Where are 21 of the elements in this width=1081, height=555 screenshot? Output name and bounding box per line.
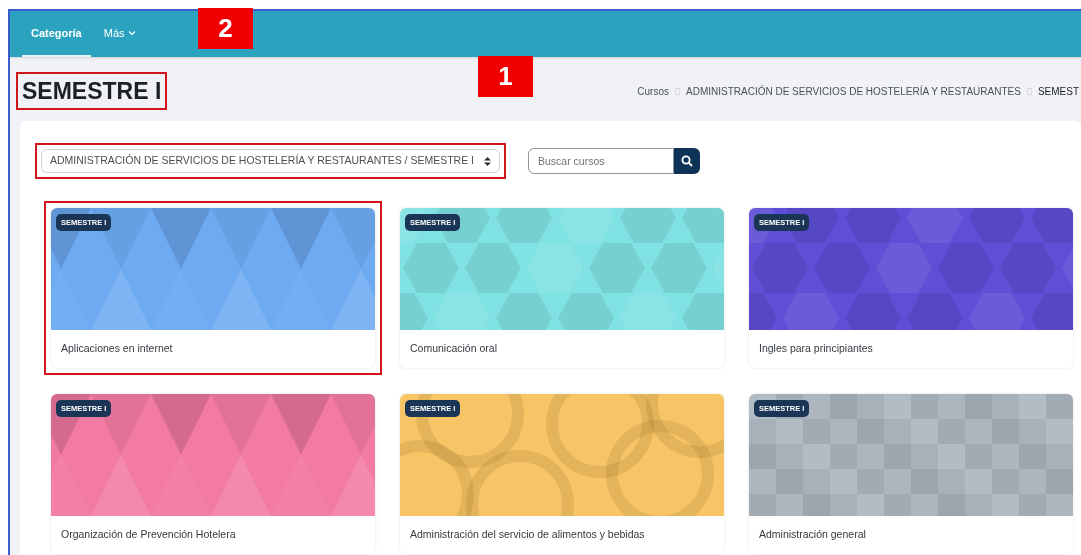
course-name[interactable]: Administración del servicio de alimentos y bebidas bbox=[410, 527, 645, 543]
step-number-badge: 2 bbox=[198, 8, 253, 49]
breadcrumb-link[interactable]: Cursos bbox=[637, 83, 669, 99]
select-value: ADMINISTRACIÓN DE SERVICIOS DE HOSTELERÍA Y RESTAURANTES / SEMESTRE I bbox=[50, 153, 474, 169]
course-name[interactable]: Organización de Prevención Hotelera bbox=[61, 527, 236, 543]
page-title: SEMESTRE I bbox=[16, 71, 168, 111]
search-icon bbox=[681, 155, 693, 167]
course-name[interactable]: Aplicaciones en internet bbox=[61, 341, 173, 357]
course-name[interactable]: Comunicación oral bbox=[410, 341, 497, 357]
breadcrumb-link[interactable]: SEMEST bbox=[1037, 83, 1079, 99]
breadcrumb-link[interactable]: ADMINISTRACIÓN DE SERVICIOS DE HOSTELERÍA Y RESTAURANTES bbox=[686, 83, 1021, 99]
search-field[interactable]: Buscar cursos bbox=[528, 148, 674, 174]
course-name[interactable]: Ingles para principiantes bbox=[759, 341, 873, 357]
separator-icon bbox=[1026, 87, 1032, 95]
step-number-badge: 1 bbox=[478, 56, 533, 97]
separator-icon bbox=[675, 87, 680, 95]
search-button[interactable] bbox=[674, 148, 700, 174]
chevron-down-icon bbox=[127, 30, 136, 36]
sort-arrows-icon bbox=[484, 156, 491, 166]
course-name[interactable]: Administración general bbox=[759, 527, 866, 543]
category-select[interactable]: ADMINISTRACIÓN DE SERVICIOS DE HOSTELERÍA Y RESTAURANTES / SEMESTRE I bbox=[35, 143, 506, 179]
